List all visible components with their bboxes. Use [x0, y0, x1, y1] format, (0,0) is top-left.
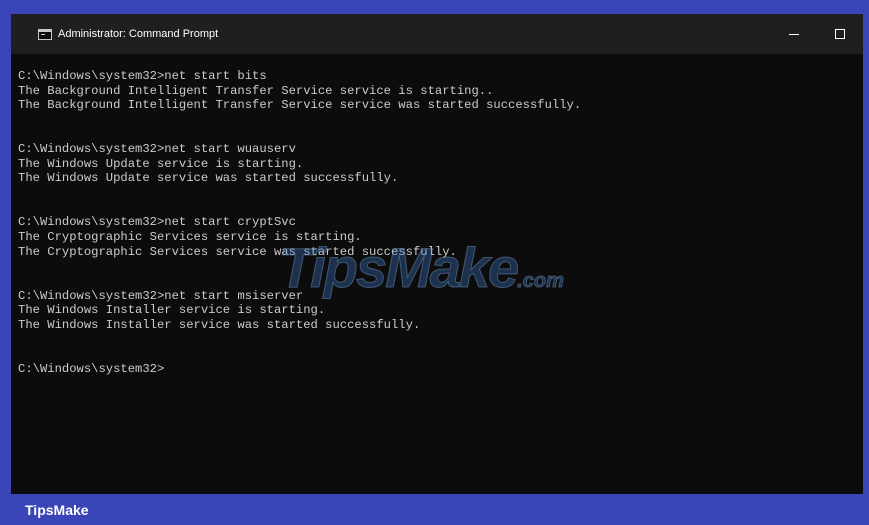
footer-brand: TipsMake [25, 501, 89, 518]
minimize-icon [789, 33, 799, 35]
console-line: C:\Windows\system32>net start wuauserv [18, 142, 296, 157]
title-bar[interactable]: Administrator: Command Prompt [11, 14, 863, 54]
minimize-button[interactable] [771, 14, 817, 54]
console-line: The Cryptographic Services service was s… [18, 244, 457, 259]
console-line: C:\Windows\system32>net start cryptSvc [18, 215, 296, 230]
window-controls [771, 14, 863, 54]
console-line: The Windows Installer service was starte… [18, 317, 421, 332]
console-output[interactable]: C:\Windows\system32>net start bits The Ba… [18, 69, 863, 376]
command-prompt-window: Administrator: Command Prompt C:\Windows… [11, 14, 863, 494]
cmd-icon[interactable] [38, 28, 52, 40]
console-line: The Cryptographic Services service is st… [18, 230, 362, 245]
console-line: The Windows Update service was started s… [18, 171, 399, 186]
footer-bar: TipsMake [0, 494, 869, 525]
console-line: C:\Windows\system32>net start msiserver [18, 288, 304, 303]
maximize-button[interactable] [817, 14, 863, 54]
maximize-icon [835, 29, 845, 39]
console-line: The Windows Installer service is startin… [18, 303, 326, 318]
window-title: Administrator: Command Prompt [58, 28, 219, 40]
console-line: The Background Intelligent Transfer Serv… [18, 98, 582, 113]
console-line: C:\Windows\system32> [18, 361, 165, 376]
console-line: C:\Windows\system32>net start bits [18, 69, 267, 83]
console-line: The Background Intelligent Transfer Serv… [18, 83, 494, 98]
console-line: The Windows Update service is starting. [18, 156, 304, 171]
